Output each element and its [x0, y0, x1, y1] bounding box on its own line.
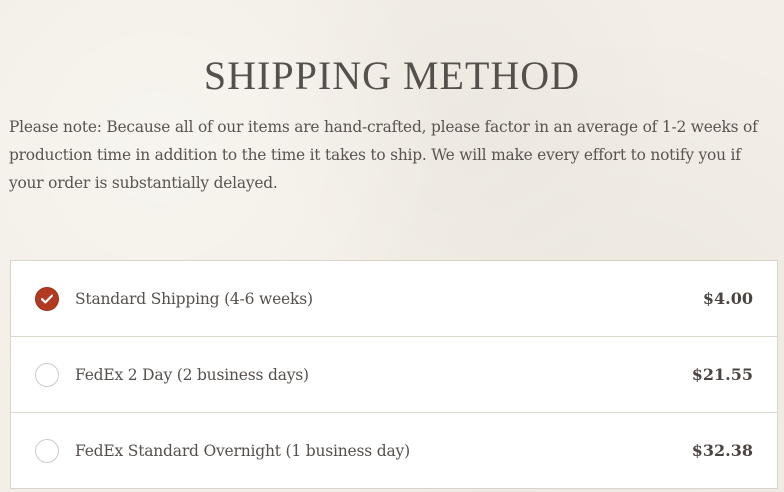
shipping-option-label: FedEx 2 Day (2 business days): [75, 366, 309, 384]
shipping-options-list: Standard Shipping (4-6 weeks) $4.00 FedE…: [10, 260, 778, 489]
shipping-option-fedex-2-day[interactable]: FedEx 2 Day (2 business days) $21.55: [11, 337, 777, 413]
radio-unchecked-icon[interactable]: [35, 363, 59, 387]
shipping-option-price: $21.55: [691, 365, 753, 384]
radio-checked-icon[interactable]: [35, 287, 59, 311]
shipping-option-label: Standard Shipping (4-6 weeks): [75, 290, 313, 308]
radio-unchecked-icon[interactable]: [35, 439, 59, 463]
page-title: SHIPPING METHOD: [203, 53, 581, 98]
shipping-option-standard[interactable]: Standard Shipping (4-6 weeks) $4.00: [11, 261, 777, 337]
shipping-option-label: FedEx Standard Overnight (1 business day…: [75, 442, 410, 460]
shipping-option-fedex-overnight[interactable]: FedEx Standard Overnight (1 business day…: [11, 413, 777, 489]
checkmark-icon: [41, 294, 53, 304]
shipping-option-price: $32.38: [691, 441, 753, 460]
shipping-note: Please note: Because all of our items ar…: [9, 118, 758, 192]
shipping-option-price: $4.00: [702, 289, 753, 308]
